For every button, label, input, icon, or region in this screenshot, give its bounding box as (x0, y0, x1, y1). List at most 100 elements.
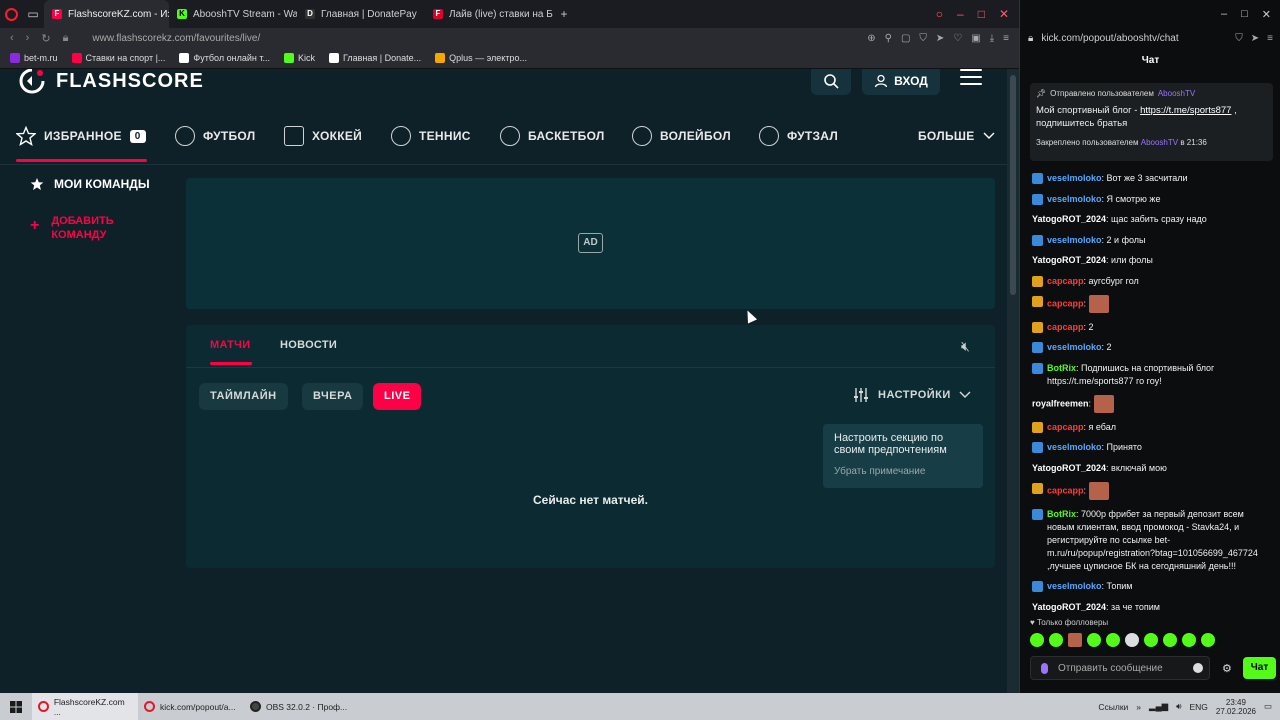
network-icon[interactable]: ▂▄▆ (1149, 701, 1168, 712)
tab-matches[interactable]: МАТЧИ (210, 339, 250, 351)
emote-icon[interactable] (1182, 633, 1196, 647)
bookmark-item[interactable]: Главная | Donate... (328, 53, 421, 63)
pinned-footer-user[interactable]: AbooshTV (1141, 138, 1178, 147)
hamburger-menu-icon[interactable] (960, 69, 982, 87)
browser-tab-0[interactable]: F FlashscoreKZ.com - Избр (44, 0, 169, 28)
nav-item-basketball[interactable]: БАСКЕТБОЛ (500, 125, 605, 147)
wallet-icon[interactable]: ▣ (971, 33, 980, 44)
filter-yesterday-button[interactable]: ВЧЕРА (302, 383, 364, 410)
chat-message-input[interactable]: Отправить сообщение (1030, 656, 1210, 680)
search-button[interactable] (811, 69, 851, 95)
tray-chevron-icon[interactable]: » (1136, 702, 1141, 712)
chat-url[interactable]: kick.com/popout/abooshtv/chat (1041, 33, 1178, 44)
snapshot-icon[interactable]: ▢ (901, 33, 910, 44)
emote-icon[interactable] (1201, 633, 1215, 647)
nav-item-hockey[interactable]: ХОККЕЙ (284, 125, 362, 147)
new-tab-plus-icon[interactable]: + (553, 0, 575, 28)
settings-dropdown[interactable]: НАСТРОЙКИ (852, 387, 971, 403)
download-icon[interactable]: ⤓ (990, 33, 994, 44)
sound-muted-icon[interactable]: 🔇︎ (961, 338, 970, 355)
bookmark-item[interactable]: Ставки на спорт |... (71, 53, 165, 63)
taskbar-item-kick[interactable]: kick.com/popout/a... (138, 693, 244, 720)
filter-live-button[interactable]: LIVE (373, 383, 422, 410)
close-icon[interactable]: ✕ (1262, 8, 1271, 21)
bookmark-item[interactable]: Kick (283, 53, 315, 63)
emote-icon[interactable] (1125, 633, 1139, 647)
menu-icon[interactable]: ≡ (1003, 33, 1009, 44)
chat-username[interactable]: veselmoloko (1047, 173, 1102, 183)
chat-username[interactable]: capcapp (1047, 298, 1084, 308)
chat-username[interactable]: capcapp (1047, 485, 1084, 495)
nav-item-favourites[interactable]: ИЗБРАННОЕ 0 (16, 125, 146, 147)
nav-item-tennis[interactable]: ТЕННИС (391, 125, 471, 147)
bookmark-item[interactable]: bet-m.ru (10, 53, 58, 63)
language-indicator[interactable]: ENG (1190, 702, 1208, 712)
flashscore-logo[interactable]: FLASHSCORE (18, 69, 204, 95)
browser-tab-1[interactable]: K AbooshTV Stream - Watc (169, 0, 297, 28)
shield-icon[interactable]: ⛉ (1235, 33, 1243, 44)
nav-more-button[interactable]: БОЛЬШЕ (918, 125, 995, 147)
emote-icon[interactable] (1163, 633, 1177, 647)
chat-send-button[interactable]: Чат (1243, 657, 1276, 679)
chat-username[interactable]: veselmoloko (1047, 342, 1102, 352)
emote-icon[interactable] (1106, 633, 1120, 647)
emoji-icon[interactable] (1193, 663, 1203, 673)
pinned-header-user[interactable]: AbooshTV (1158, 87, 1195, 100)
chat-username[interactable]: capcapp (1047, 322, 1084, 332)
tray-links-label[interactable]: Ссылки (1098, 702, 1128, 712)
add-team-button[interactable]: + ДОБАВИТЬ КОМАНДУ (30, 214, 114, 242)
chat-username[interactable]: veselmoloko (1047, 581, 1102, 591)
chat-username[interactable]: capcapp (1047, 422, 1084, 432)
chat-username[interactable]: veselmoloko (1047, 442, 1102, 452)
forward-icon[interactable]: › (26, 32, 30, 45)
filter-timeline-button[interactable]: ТАЙМЛАЙН (199, 383, 288, 410)
chat-username[interactable]: YatogoROT_2024 (1032, 214, 1106, 224)
chat-username[interactable]: YatogoROT_2024 (1032, 602, 1106, 612)
start-button[interactable] (0, 700, 32, 713)
zoom-icon[interactable]: ⊕ (867, 33, 875, 44)
opera-menu-button[interactable] (0, 0, 22, 28)
chat-username[interactable]: royalfreemen (1032, 398, 1089, 408)
bookmark-item[interactable]: Qplus — электро... (435, 53, 527, 63)
chat-username[interactable]: YatogoROT_2024 (1032, 463, 1106, 473)
pinned-link[interactable]: https://t.me/sports877 (1140, 105, 1231, 116)
taskbar-item-obs[interactable]: OBS 32.0.2 · Проф... (244, 693, 354, 720)
scrollbar-thumb[interactable] (1010, 75, 1016, 295)
emote-icon[interactable] (1049, 633, 1063, 647)
send-icon[interactable]: ➤ (936, 33, 944, 44)
emote-icon[interactable] (1144, 633, 1158, 647)
url-input[interactable]: www.flashscorekz.com/favourites/live/ (92, 33, 260, 44)
back-icon[interactable]: ‹ (10, 32, 14, 45)
send-icon[interactable]: ➤ (1251, 33, 1259, 44)
browser-tab-3[interactable]: F Лайв (live) ставки на Баск (425, 0, 553, 28)
emote-icon[interactable] (1068, 633, 1082, 647)
bookmark-item[interactable]: Футбол онлайн т... (179, 53, 270, 63)
reload-icon[interactable]: ↻ (41, 32, 50, 45)
minimize-icon[interactable]: – (1221, 8, 1227, 20)
emote-icon[interactable] (1087, 633, 1101, 647)
tab-list-icon[interactable]: ▭ (22, 0, 44, 28)
dismiss-note-link[interactable]: Убрать примечание (834, 466, 972, 477)
nav-item-futsal[interactable]: ФУТЗАЛ (759, 125, 838, 147)
maximize-icon[interactable]: □ (978, 7, 985, 21)
heart-icon[interactable]: ♡ (953, 33, 962, 44)
notifications-icon[interactable]: ▭ (1264, 701, 1272, 712)
pin-icon[interactable]: ⚲ (885, 33, 892, 44)
chat-username[interactable]: veselmoloko (1047, 194, 1102, 204)
chat-username[interactable]: BotRix (1047, 509, 1076, 519)
emote-icon[interactable] (1030, 633, 1044, 647)
chat-settings-gear-icon[interactable]: ⚙ (1222, 662, 1232, 675)
clock[interactable]: 23:49 27.02.2026 (1216, 698, 1256, 716)
browser-tab-2[interactable]: D Главная | DonatePay (297, 0, 425, 28)
tab-news[interactable]: НОВОСТИ (280, 339, 337, 351)
maximize-icon[interactable]: □ (1241, 8, 1248, 20)
taskbar-item-flashscore[interactable]: FlashscoreKZ.com ... (32, 693, 138, 720)
login-button[interactable]: ВХОД (862, 69, 940, 95)
ad-banner[interactable]: AD (186, 178, 995, 309)
nav-item-football[interactable]: ФУТБОЛ (175, 125, 255, 147)
search-tabs-icon[interactable]: ○ (936, 7, 943, 21)
nav-item-volleyball[interactable]: ВОЛЕЙБОЛ (632, 125, 731, 147)
chat-username[interactable]: YatogoROT_2024 (1032, 255, 1106, 265)
volume-icon[interactable]: 🔊︎ (1176, 701, 1181, 712)
menu-icon[interactable]: ≡ (1267, 33, 1273, 44)
